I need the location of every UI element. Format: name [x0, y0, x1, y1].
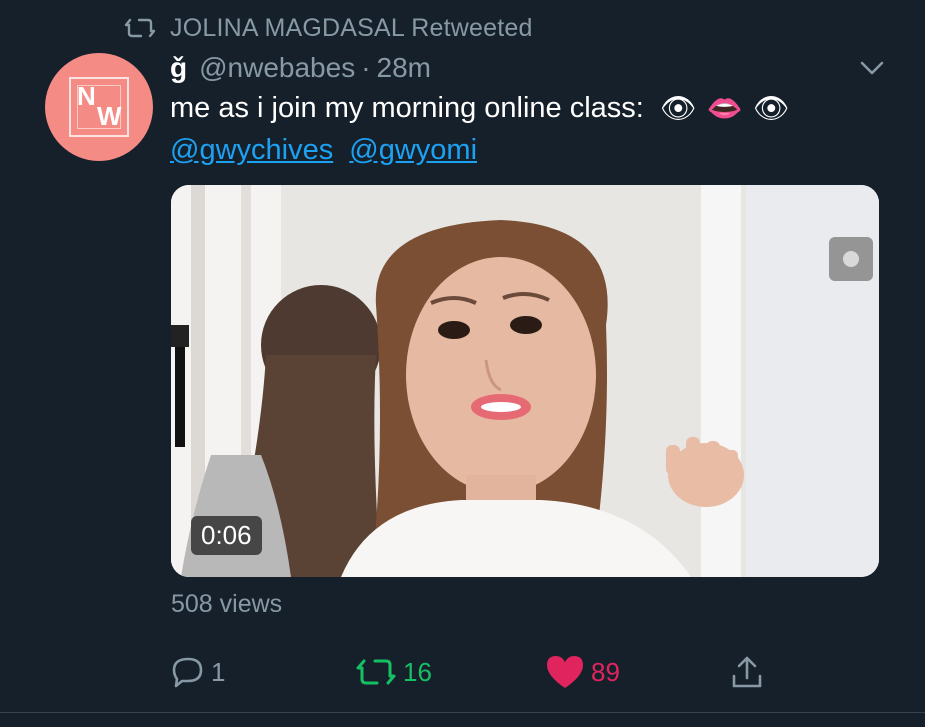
avatar-letter-w: W	[97, 101, 122, 131]
author-display-name[interactable]: ǧ	[170, 52, 187, 84]
retweet-banner-text: JOLINA MAGDASAL Retweeted	[170, 13, 533, 42]
share-button[interactable]	[729, 650, 771, 694]
action-bar: 1 16 89	[171, 650, 771, 694]
tweet-text: me as i join my morning online class: 👁 …	[170, 88, 870, 171]
eye-emoji: 👁	[752, 92, 790, 125]
reply-icon	[172, 657, 203, 688]
camera-icon[interactable]	[829, 237, 873, 281]
avatar-logo: N W	[69, 77, 129, 137]
heart-icon	[547, 656, 583, 688]
video-duration: 0:06	[191, 516, 262, 555]
like-button[interactable]: 89	[545, 650, 620, 694]
video-thumbnail	[171, 185, 879, 577]
tweet-time[interactable]: 28m	[377, 52, 431, 84]
author-handle[interactable]: @nwebabes	[199, 52, 355, 84]
retweet-count: 16	[403, 656, 432, 687]
mention-link[interactable]: @gwychives	[170, 134, 333, 166]
mention-link[interactable]: @gwyomi	[349, 134, 477, 166]
retweet-icon	[356, 659, 396, 685]
view-count: 508 views	[171, 590, 283, 618]
tweet-card[interactable]: JOLINA MAGDASAL Retweeted N W ǧ @nwebabe…	[0, 0, 925, 727]
author-row: ǧ @nwebabes · 28m	[170, 50, 431, 86]
like-count: 89	[591, 656, 620, 687]
time-separator: ·	[361, 52, 371, 83]
video-player[interactable]: 0:06	[171, 185, 879, 577]
retweet-banner[interactable]: JOLINA MAGDASAL Retweeted	[124, 12, 533, 44]
reply-count: 1	[211, 656, 226, 687]
divider	[0, 712, 925, 713]
eye-emoji: 👁	[659, 92, 697, 125]
avatar[interactable]: N W	[45, 53, 153, 161]
chevron-down-icon[interactable]	[858, 56, 886, 80]
retweet-icon	[124, 18, 156, 38]
emoji-row: 👁 👄 👁	[660, 89, 800, 130]
retweet-button[interactable]: 16	[355, 650, 432, 694]
lips-emoji: 👄	[706, 92, 743, 125]
tweet-body: me as i join my morning online class:	[170, 92, 644, 124]
reply-button[interactable]: 1	[171, 650, 225, 694]
share-icon	[732, 656, 762, 688]
avatar-letter-n: N	[77, 81, 96, 111]
